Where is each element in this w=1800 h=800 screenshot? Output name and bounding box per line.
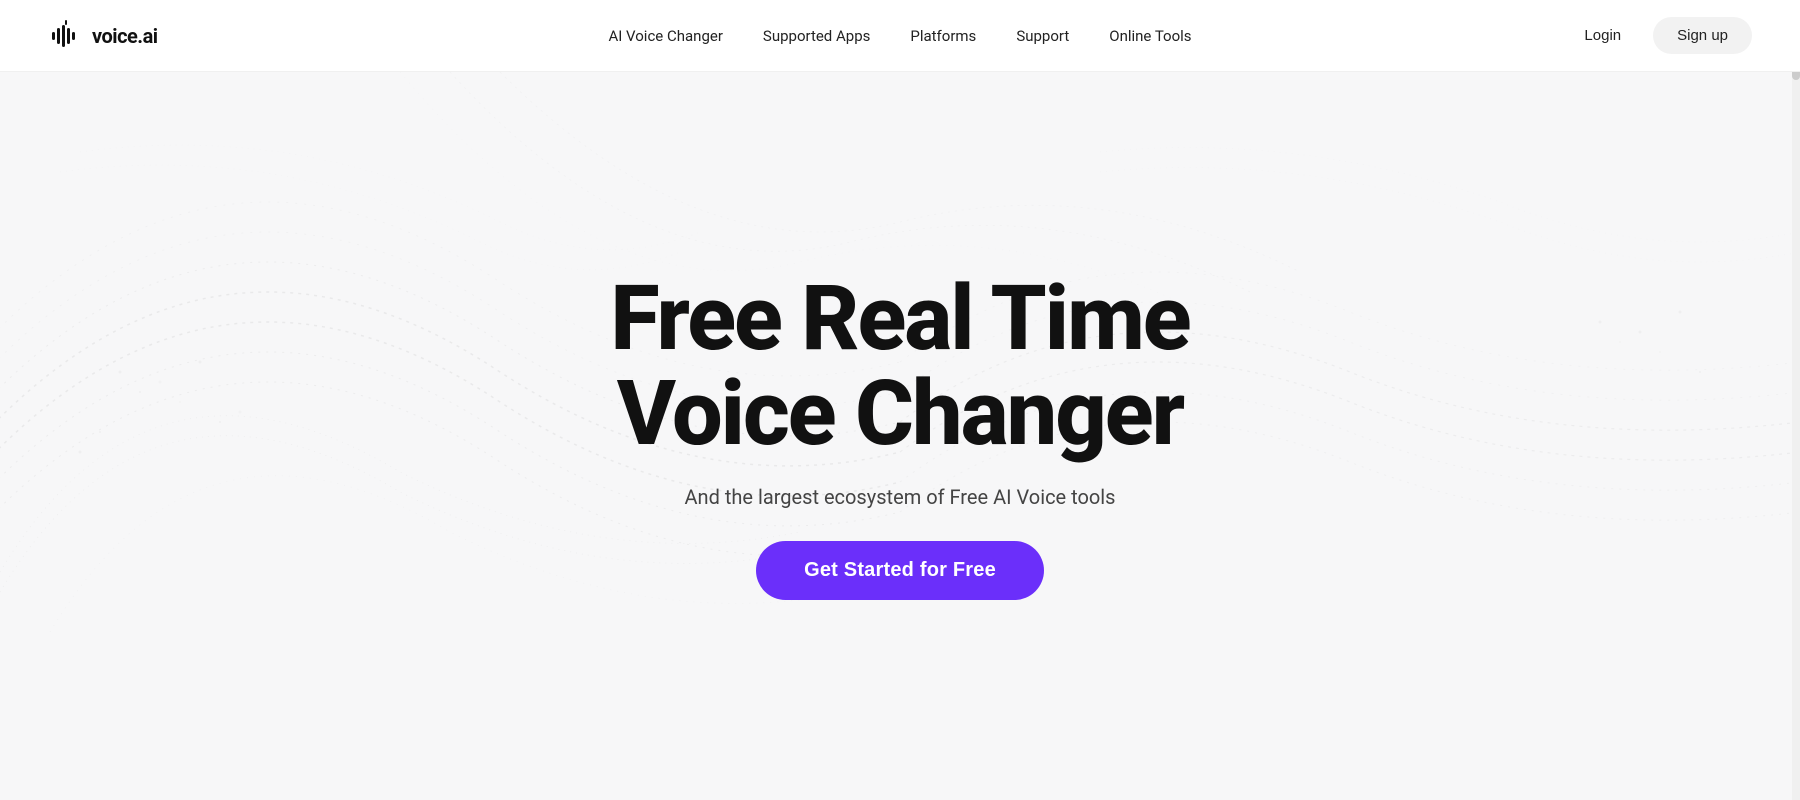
hero-content: Free Real Time Voice Changer And the lar… (610, 272, 1189, 600)
hero-title-line1: Free Real Time (610, 266, 1189, 371)
login-button[interactable]: Login (1568, 19, 1637, 52)
signup-button[interactable]: Sign up (1653, 17, 1752, 54)
nav-link-online-tools[interactable]: Online Tools (1109, 27, 1191, 45)
navbar: voice.ai AI Voice Changer Supported Apps… (0, 0, 1800, 72)
get-started-button[interactable]: Get Started for Free (756, 541, 1044, 600)
hero-subtitle: And the largest ecosystem of Free AI Voi… (685, 485, 1116, 509)
nav-link-support[interactable]: Support (1016, 27, 1069, 45)
hero-section: Free Real Time Voice Changer And the lar… (0, 72, 1800, 800)
logo-icon (48, 18, 84, 54)
logo[interactable]: voice.ai (48, 18, 158, 54)
nav-links: AI Voice Changer Supported Apps Platform… (608, 27, 1191, 45)
nav-link-platforms[interactable]: Platforms (910, 27, 976, 45)
scrollbar[interactable] (1792, 0, 1800, 800)
hero-title-line2: Voice Changer (617, 361, 1183, 466)
hero-title: Free Real Time Voice Changer (610, 272, 1189, 461)
logo-text: voice.ai (92, 24, 158, 48)
nav-actions: Login Sign up (1568, 17, 1752, 54)
nav-link-ai-voice-changer[interactable]: AI Voice Changer (608, 27, 722, 45)
nav-link-supported-apps[interactable]: Supported Apps (763, 27, 870, 45)
